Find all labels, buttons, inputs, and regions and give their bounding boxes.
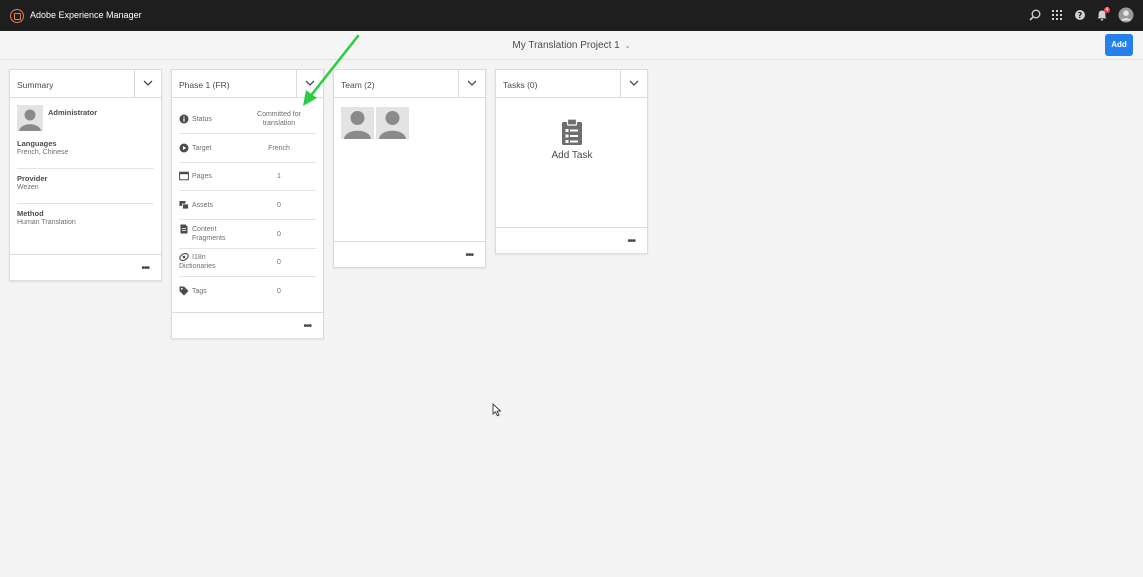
chevron-down-icon (467, 80, 477, 86)
i18n-dictionaries-value: 0 (277, 259, 281, 266)
divider (179, 133, 316, 134)
content-fragments-value: 0 (277, 231, 281, 238)
divider (179, 276, 316, 277)
add-task-button[interactable]: Add Task (496, 110, 648, 170)
mouse-cursor-icon (492, 403, 502, 417)
card-toggle-button[interactable] (620, 70, 647, 97)
aem-logo-icon[interactable] (10, 9, 24, 23)
person-icon (19, 109, 41, 131)
target-value: French (268, 145, 290, 152)
target-label: Target (192, 145, 212, 152)
card-footer: ••• (496, 227, 647, 253)
more-actions-icon[interactable]: ••• (303, 321, 311, 332)
top-bar: Adobe Experience Manager ? 4 (0, 0, 1143, 31)
divider (179, 162, 316, 163)
divider (17, 168, 154, 169)
card-title: Phase 1 (FR) (179, 80, 230, 90)
chevron-down-icon (143, 80, 153, 86)
status-label: Status (192, 116, 212, 123)
project-title: My Translation Project 1 (512, 40, 620, 51)
method-value: Human Translation (17, 219, 76, 226)
add-button[interactable]: Add (1105, 34, 1133, 56)
card-footer: ••• (10, 254, 161, 280)
method-label: Method (17, 209, 44, 218)
divider (179, 219, 316, 220)
languages-value: French, Chinese (17, 149, 69, 156)
chevron-down-icon: ⌄ (624, 43, 631, 50)
summary-card[interactable]: Summary Administrator Languages French, … (9, 69, 162, 281)
tag-icon (179, 286, 189, 296)
assets-value: 0 (277, 202, 281, 209)
tasks-card[interactable]: Tasks (0) Add Task ••• (495, 69, 648, 254)
project-header: My Translation Project 1 ⌄ Add (0, 31, 1143, 60)
provider-value: Wezen (17, 184, 39, 191)
clipboard-icon (562, 118, 582, 145)
card-toggle-button[interactable] (134, 70, 161, 97)
document-icon (180, 224, 188, 234)
divider (179, 248, 316, 249)
apps-grid-icon[interactable] (1050, 8, 1064, 22)
i18n-dictionaries-label: I18n Dictionaries (179, 254, 216, 270)
annotation-arrow-icon (303, 34, 360, 106)
person-icon (379, 111, 406, 139)
status-value: Committed for translation (257, 111, 301, 127)
card-toggle-button[interactable] (458, 70, 485, 97)
more-actions-icon[interactable]: ••• (141, 263, 149, 274)
assets-icon (179, 201, 189, 210)
play-circle-icon (179, 143, 189, 153)
tags-value: 0 (277, 288, 281, 295)
card-footer: ••• (172, 312, 323, 338)
card-title: Summary (17, 80, 54, 90)
more-actions-icon[interactable]: ••• (627, 236, 635, 247)
info-icon (179, 114, 189, 124)
user-avatar[interactable] (1118, 7, 1134, 23)
content-fragments-label: Content Fragments (192, 226, 226, 242)
app-title[interactable]: Adobe Experience Manager (30, 10, 142, 20)
help-icon[interactable]: ? (1073, 8, 1087, 22)
pages-label: Pages (192, 173, 212, 180)
more-actions-icon[interactable]: ••• (465, 250, 473, 261)
user-name: Administrator (48, 108, 98, 117)
card-footer: ••• (334, 241, 485, 267)
languages-label: Languages (17, 139, 57, 148)
team-member-avatar[interactable] (376, 107, 409, 139)
card-header: Summary (10, 70, 161, 98)
svg-text:?: ? (1078, 11, 1083, 20)
divider (17, 203, 154, 204)
assets-label: Assets (192, 202, 214, 209)
notification-badge: 4 (1104, 7, 1110, 13)
user-avatar (17, 105, 43, 131)
tags-label: Tags (192, 288, 207, 295)
divider (179, 190, 316, 191)
pages-icon (179, 171, 189, 181)
card-title: Tasks (0) (503, 80, 538, 90)
pages-value: 1 (277, 173, 281, 180)
search-icon[interactable] (1028, 8, 1042, 22)
add-task-label: Add Task (551, 150, 593, 161)
project-title-dropdown[interactable]: My Translation Project 1 ⌄ (0, 40, 1143, 51)
chevron-down-icon (629, 80, 639, 86)
provider-label: Provider (17, 174, 48, 183)
card-header: Tasks (0) (496, 70, 647, 98)
